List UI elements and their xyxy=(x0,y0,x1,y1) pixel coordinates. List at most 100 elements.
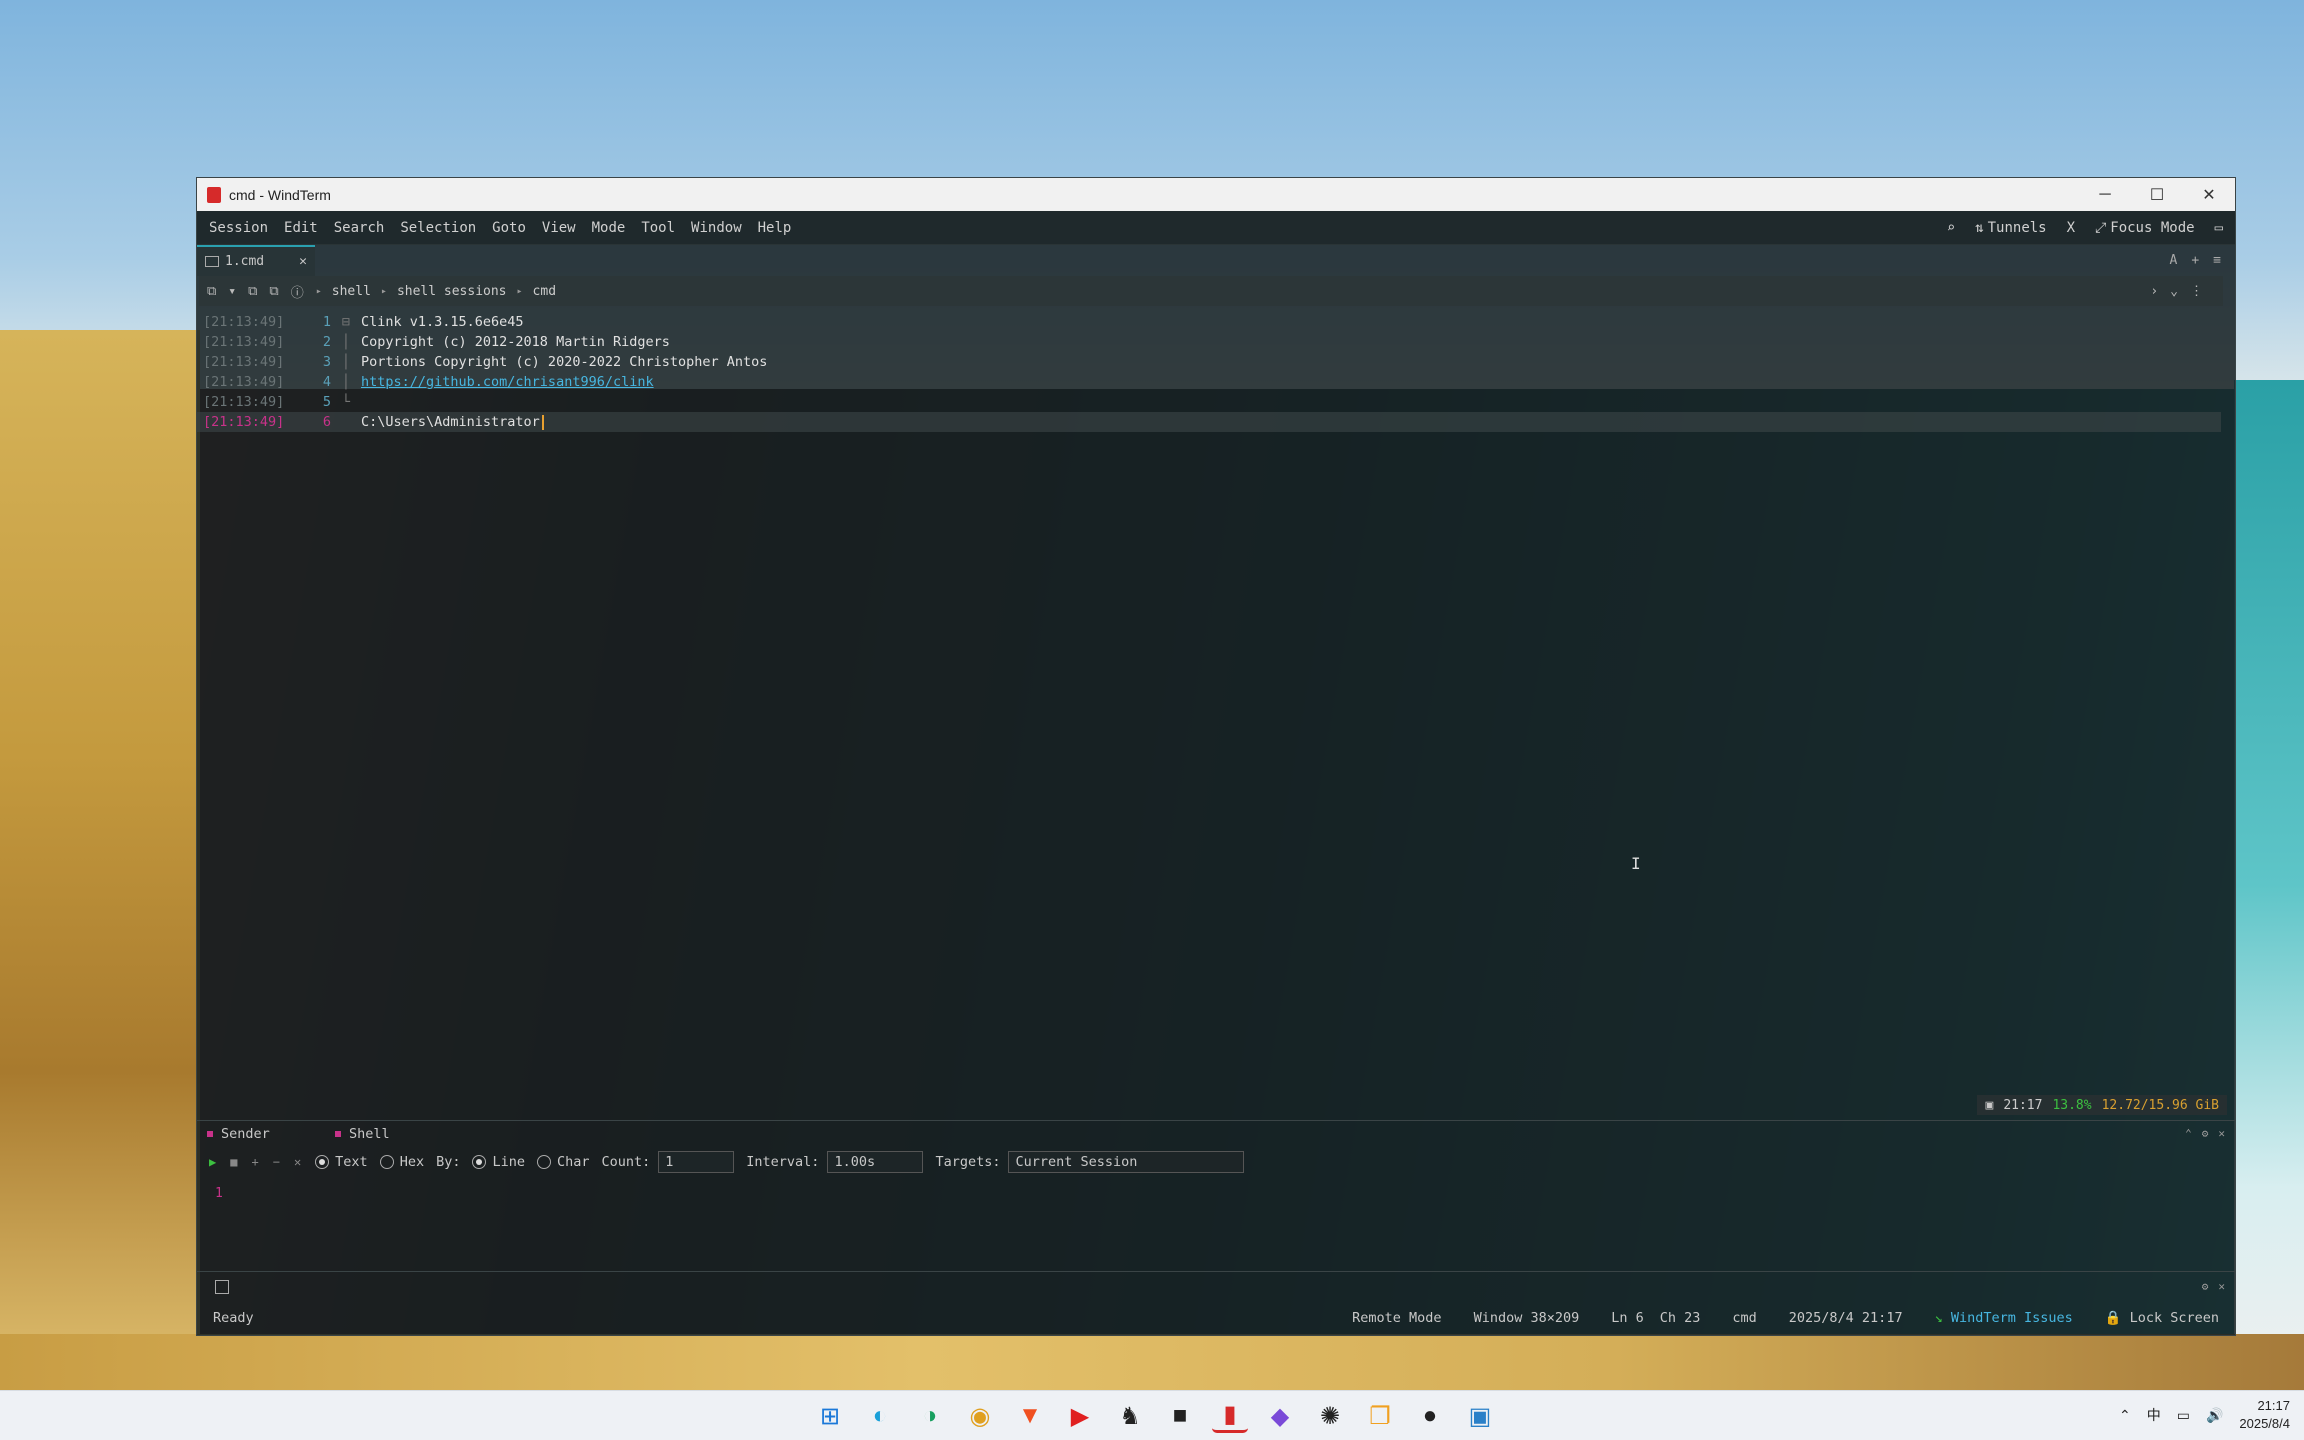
breadcrumb-cmd[interactable]: cmd xyxy=(533,284,556,299)
targets-label: Targets: xyxy=(935,1154,1001,1170)
duplicate-icon[interactable]: ⧉ xyxy=(248,284,257,299)
interval-stepper[interactable]: 1.00s xyxy=(827,1151,924,1173)
edge-icon[interactable]: ◐ xyxy=(862,1399,898,1433)
char-radio[interactable]: Char xyxy=(536,1154,590,1170)
windows-start-icon[interactable]: ⊞ xyxy=(812,1399,848,1433)
pane-icon[interactable] xyxy=(215,1279,229,1294)
fold-guide: │ xyxy=(341,374,351,390)
remote-desktop-icon[interactable]: ▣ xyxy=(1462,1399,1498,1433)
terminal-line: [21:13:49] 3 │ Portions Copyright (c) 20… xyxy=(197,352,2235,372)
menu-help[interactable]: Help xyxy=(758,220,792,236)
taskbar-clock[interactable]: 21:17 2025/8/4 xyxy=(2239,1397,2290,1433)
memory-usage: 12.72/15.96 GiB xyxy=(2101,1097,2219,1113)
chevron-right-icon[interactable]: › xyxy=(2150,284,2158,299)
ime-indicator[interactable]: 中 xyxy=(2147,1405,2161,1425)
dropdown-icon[interactable]: ▾ xyxy=(228,284,236,299)
terminal-output[interactable]: [21:13:49] 1 ⊟ Clink v1.3.15.6e6e45 [21:… xyxy=(197,306,2235,1106)
add-icon[interactable]: + xyxy=(251,1155,258,1169)
tab-shell[interactable]: Shell xyxy=(325,1126,453,1142)
settings-icon[interactable]: ⚙ xyxy=(2202,1280,2209,1293)
terminal-current-line[interactable]: [21:13:49] 6 C:\Users\Administrator xyxy=(197,412,2221,432)
tab-close-icon[interactable]: ✕ xyxy=(299,254,307,269)
focus-mode-button[interactable]: ⤢ Focus Mode xyxy=(2095,220,2195,236)
copy-session-icon[interactable]: ⧉ xyxy=(269,284,278,299)
menu-view[interactable]: View xyxy=(542,220,576,236)
visual-studio-icon[interactable]: ◆ xyxy=(1262,1399,1298,1433)
sender-editor-line-number[interactable]: 1 xyxy=(215,1186,223,1201)
interval-label: Interval: xyxy=(746,1154,820,1170)
count-stepper[interactable]: 1 xyxy=(658,1151,735,1173)
windterm-window: cmd - WindTerm ─ ☐ ✕ Session Edit Search… xyxy=(196,177,2236,1336)
search-icon[interactable]: ⌕ xyxy=(1947,220,1955,236)
tray-chevron-up-icon[interactable]: ⌃ xyxy=(2119,1407,2131,1424)
targets-select[interactable]: Current Session xyxy=(1008,1151,1245,1173)
menu-search[interactable]: Search xyxy=(334,220,385,236)
menu-goto[interactable]: Goto xyxy=(492,220,526,236)
windterm-app-icon xyxy=(207,186,221,203)
chrome-icon[interactable]: ◉ xyxy=(962,1399,998,1433)
brave-icon[interactable]: ▼ xyxy=(1012,1399,1048,1433)
breadcrumb-shell[interactable]: shell xyxy=(332,284,371,299)
remove-icon[interactable]: − xyxy=(273,1155,280,1169)
vmware-icon[interactable]: ❐ xyxy=(1362,1399,1398,1433)
status-remote-mode[interactable]: Remote Mode xyxy=(1352,1310,1441,1326)
chevron-down-icon[interactable]: ⌄ xyxy=(2170,284,2178,299)
windterm-taskbar-icon[interactable]: ▮ xyxy=(1212,1399,1248,1433)
clear-icon[interactable]: ✕ xyxy=(294,1155,301,1169)
line-text: Portions Copyright (c) 2020-2022 Christo… xyxy=(361,354,768,370)
close-button[interactable]: ✕ xyxy=(2183,178,2235,211)
line-radio[interactable]: Line xyxy=(472,1154,525,1170)
breadcrumb-shell-sessions[interactable]: shell sessions xyxy=(397,284,507,299)
taskbar: ⊞ ◐ ◑ ◉ ▼ ▶ ♞ ■ ▮ ◆ ✺ ❐ ● ▣ ⌃ 中 ▭ 🔊 21:1… xyxy=(0,1390,2304,1440)
maximize-button[interactable]: ☐ xyxy=(2131,178,2183,211)
tunnels-label: Tunnels xyxy=(1987,219,2047,236)
tab-sender[interactable]: Sender xyxy=(197,1126,325,1142)
title-bar[interactable]: cmd - WindTerm ─ ☐ ✕ xyxy=(197,178,2235,211)
new-session-icon[interactable]: ⧉ xyxy=(207,284,216,299)
hex-radio[interactable]: Hex xyxy=(379,1154,424,1170)
status-datetime: 2025/8/4 21:17 xyxy=(1788,1310,1903,1326)
panel-close-icon[interactable]: ✕ xyxy=(2218,1127,2225,1140)
collapse-icon[interactable]: ⌃ xyxy=(2185,1127,2192,1140)
x-button[interactable]: X xyxy=(2067,220,2075,236)
minimize-button[interactable]: ─ xyxy=(2079,178,2131,211)
system-tray: ⌃ 中 ▭ 🔊 21:17 2025/8/4 xyxy=(2119,1397,2290,1433)
clock-time: 21:17 xyxy=(2257,1398,2290,1413)
github-icon[interactable]: ● xyxy=(1412,1399,1448,1433)
menu-window[interactable]: Window xyxy=(691,220,742,236)
menu-tool[interactable]: Tool xyxy=(641,220,675,236)
clink-url-link[interactable]: https://github.com/chrisant996/clink xyxy=(361,374,654,390)
tab-1-cmd[interactable]: 1.cmd ✕ xyxy=(197,245,315,276)
edge-canary-icon[interactable]: ◑ xyxy=(912,1399,948,1433)
qq-icon[interactable]: ♞ xyxy=(1112,1399,1148,1433)
menu-edit[interactable]: Edit xyxy=(284,220,318,236)
tab-menu-icon[interactable]: ≡ xyxy=(2213,253,2221,268)
line-number: 6 xyxy=(322,414,331,430)
notion-icon[interactable]: ■ xyxy=(1162,1399,1198,1433)
tunnels-button[interactable]: ⇅ Tunnels xyxy=(1975,220,2046,236)
font-icon[interactable]: A xyxy=(2170,253,2178,268)
menu-selection[interactable]: Selection xyxy=(400,220,476,236)
volume-icon[interactable]: 🔊 xyxy=(2206,1407,2223,1424)
settings-icon[interactable]: ⚙ xyxy=(2202,1127,2209,1140)
lock-screen-button[interactable]: 🔒 Lock Screen xyxy=(2105,1310,2219,1326)
fold-icon[interactable]: ⊟ xyxy=(331,314,361,330)
menu-mode[interactable]: Mode xyxy=(592,220,626,236)
text-radio[interactable]: Text xyxy=(315,1154,368,1170)
play-icon[interactable]: ▶ xyxy=(209,1155,216,1169)
terminal-icon xyxy=(205,256,219,267)
layout-icon[interactable]: ▭ xyxy=(2215,220,2223,236)
network-icon[interactable]: ▭ xyxy=(2177,1407,2190,1424)
more-icon[interactable]: ⋮ xyxy=(2190,284,2203,299)
youtube-icon[interactable]: ▶ xyxy=(1062,1399,1098,1433)
menu-session[interactable]: Session xyxy=(209,220,268,236)
issues-icon: ↘ xyxy=(1934,1310,1943,1326)
stop-icon[interactable]: ■ xyxy=(230,1155,237,1169)
status-ch: Ch 23 xyxy=(1659,1310,1701,1326)
line-radio-label: Line xyxy=(492,1154,525,1170)
windterm-issues-link[interactable]: ↘ WindTerm Issues xyxy=(1935,1310,2073,1326)
pane-close-icon[interactable]: ✕ xyxy=(2218,1280,2225,1293)
info-icon[interactable]: ⓘ xyxy=(291,282,304,301)
chatgpt-icon[interactable]: ✺ xyxy=(1312,1399,1348,1433)
new-tab-icon[interactable]: + xyxy=(2191,253,2199,268)
